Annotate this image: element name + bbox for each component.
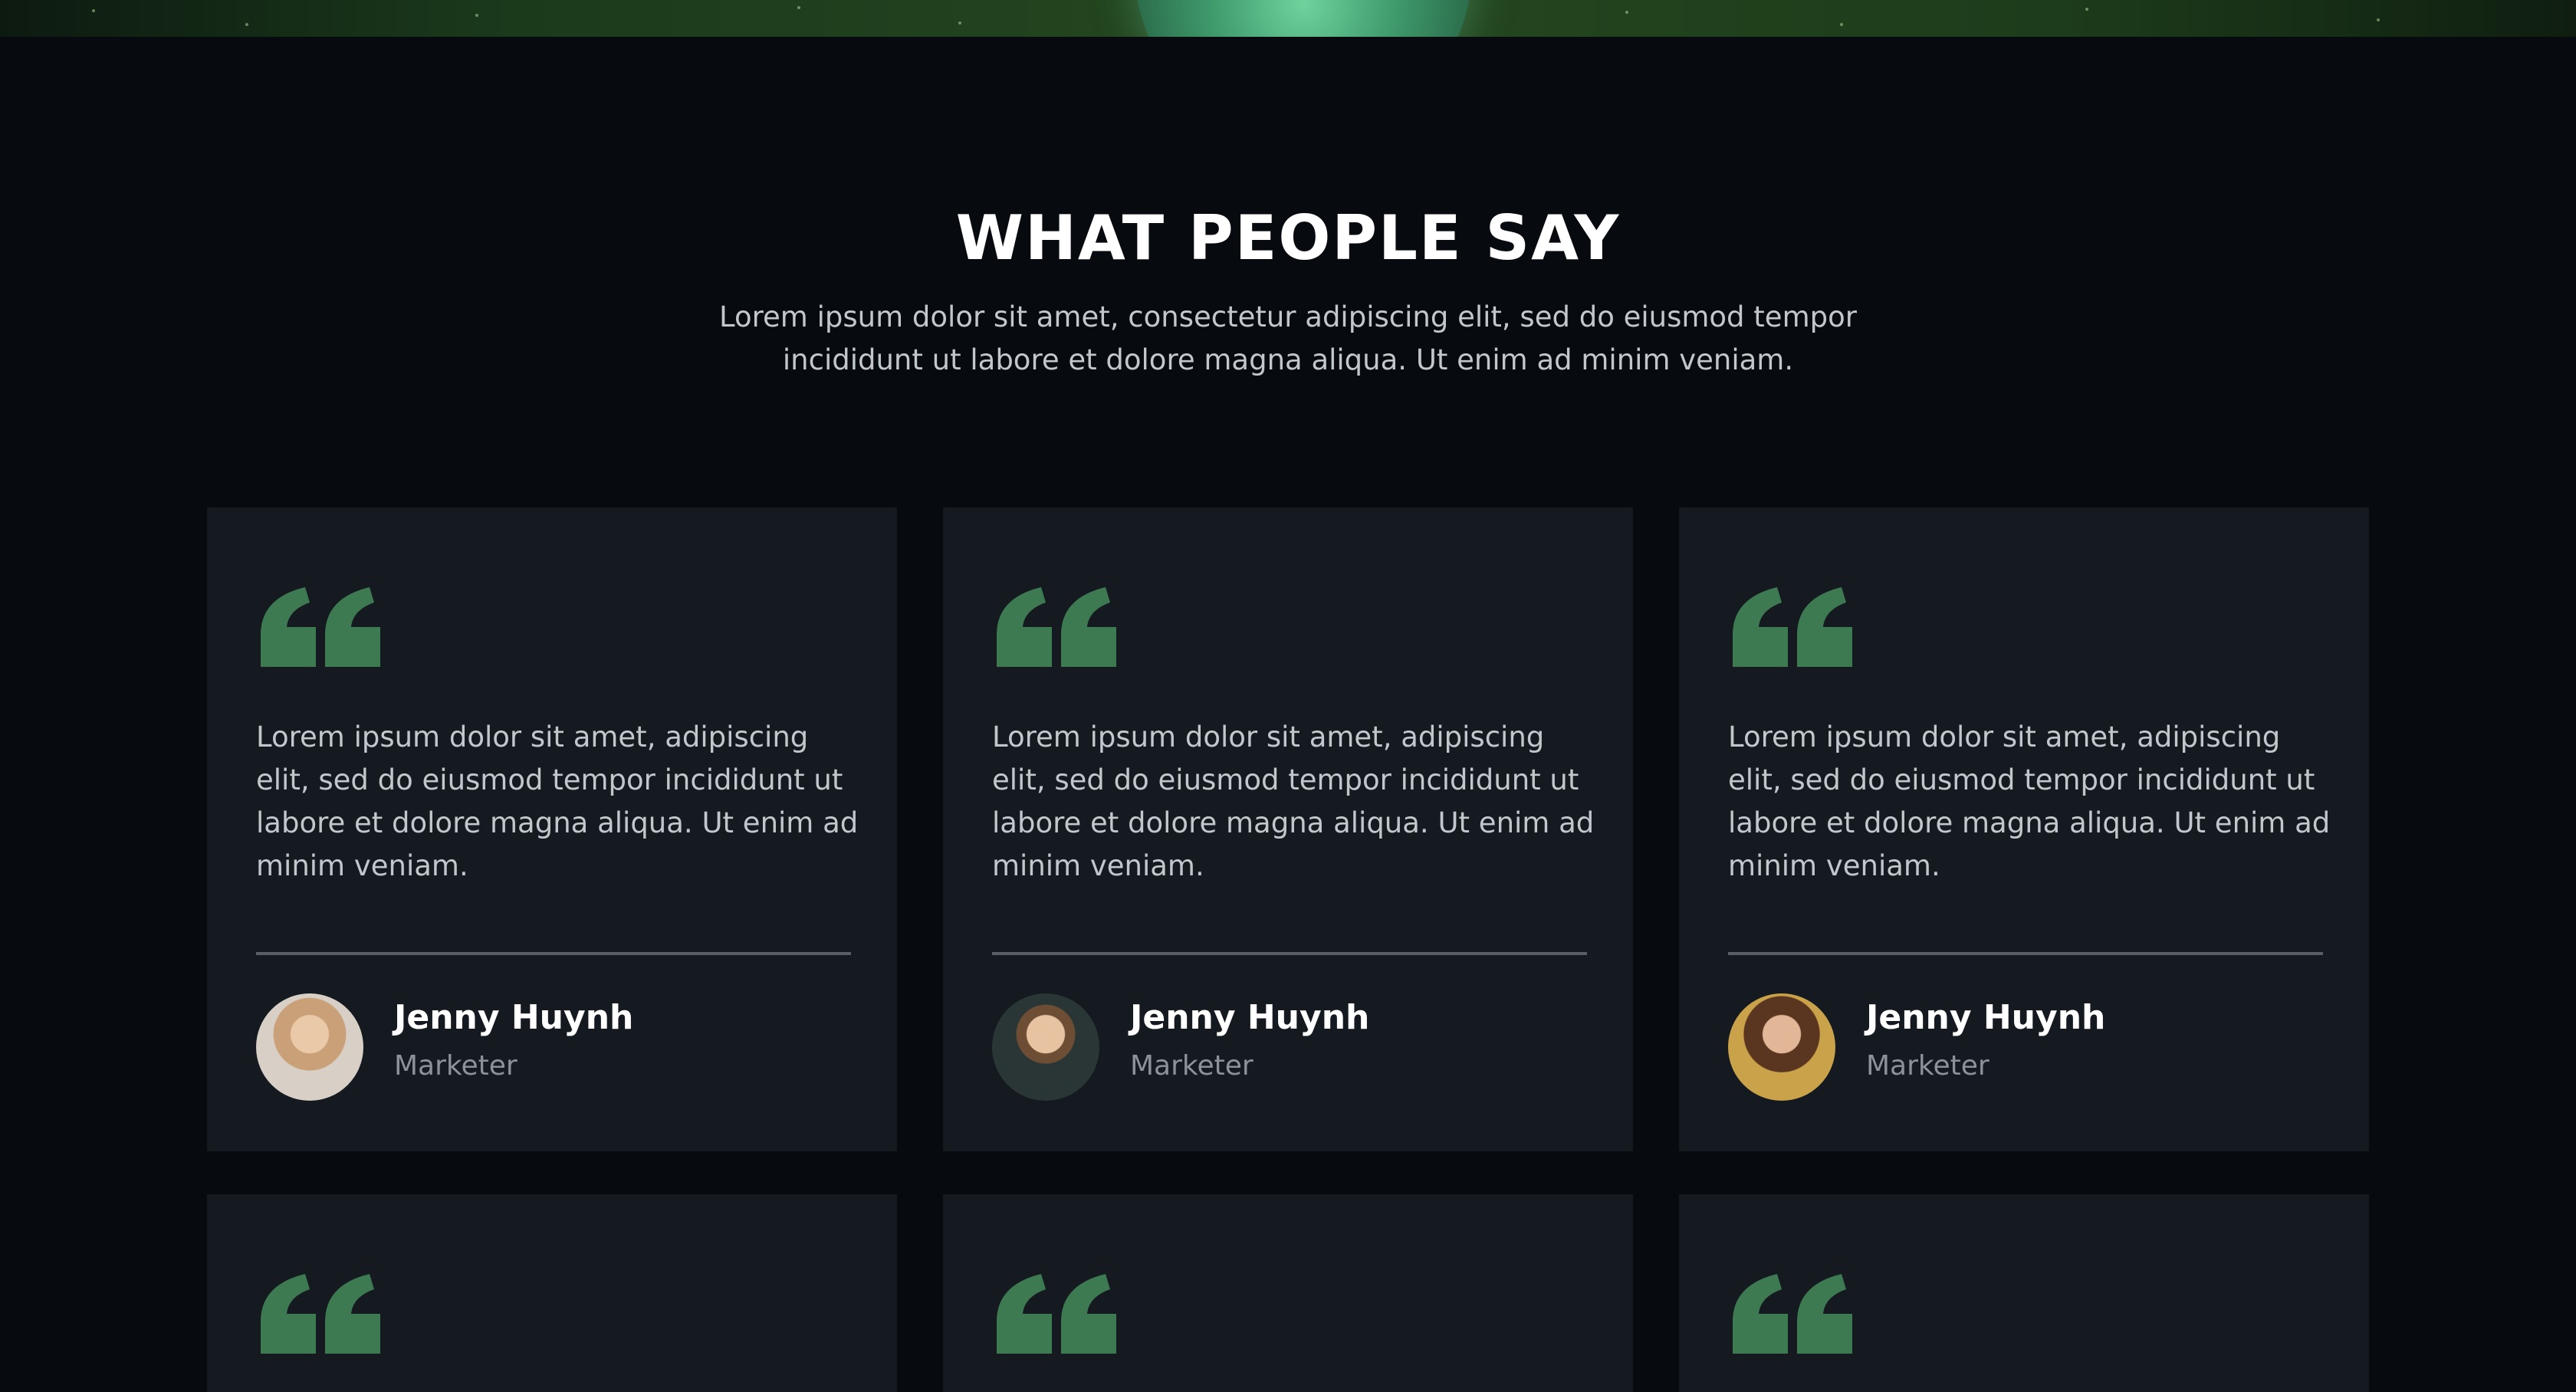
testimonial-card: Lorem ipsum dolor sit amet, adipiscing e… (207, 507, 897, 1151)
quote-icon (997, 587, 1116, 667)
star-decoration (797, 6, 800, 9)
avatar (992, 993, 1099, 1101)
star-decoration (245, 23, 248, 26)
star-decoration (475, 14, 478, 17)
quote-icon (997, 1274, 1116, 1354)
star-decoration (2377, 18, 2380, 21)
quote-icon (1733, 587, 1852, 667)
testimonial-text: Lorem ipsum dolor sit amet, adipiscing e… (256, 721, 859, 882)
star-decoration (1625, 11, 1628, 14)
card-divider (1728, 952, 2323, 955)
testimonial-text: Lorem ipsum dolor sit amet, adipiscing e… (1728, 721, 2331, 882)
quote-icon (1733, 1274, 1852, 1354)
author-role: Marketer (1130, 1050, 1254, 1082)
author-role: Marketer (394, 1050, 518, 1082)
card-divider (992, 952, 1587, 955)
author-role: Marketer (1866, 1050, 1990, 1082)
testimonial-card (207, 1194, 897, 1392)
star-decoration (92, 9, 95, 12)
hero-banner-strip (0, 0, 2576, 37)
avatar (1728, 993, 1835, 1101)
testimonial-card (943, 1194, 1633, 1392)
quote-icon (261, 1274, 380, 1354)
testimonial-card: Lorem ipsum dolor sit amet, adipiscing e… (1679, 507, 2369, 1151)
star-decoration (958, 21, 961, 25)
planet-illustration (1135, 0, 1472, 37)
section-title: WHAT PEOPLE SAY (955, 202, 1621, 274)
star-decoration (2085, 8, 2088, 11)
testimonial-text: Lorem ipsum dolor sit amet, adipiscing e… (992, 721, 1595, 882)
card-divider (256, 952, 851, 955)
quote-icon (261, 587, 380, 667)
author-name: Jenny Huynh (1130, 998, 1370, 1037)
author-name: Jenny Huynh (1866, 998, 2106, 1037)
testimonials-section: WHAT PEOPLE SAY Lorem ipsum dolor sit am… (0, 37, 2576, 1392)
author-name: Jenny Huynh (394, 998, 634, 1037)
section-subtitle: Lorem ipsum dolor sit amet, consectetur … (719, 300, 1857, 376)
star-decoration (1840, 23, 1843, 26)
testimonial-card: Lorem ipsum dolor sit amet, adipiscing e… (943, 507, 1633, 1151)
avatar (256, 993, 363, 1101)
testimonial-card (1679, 1194, 2369, 1392)
